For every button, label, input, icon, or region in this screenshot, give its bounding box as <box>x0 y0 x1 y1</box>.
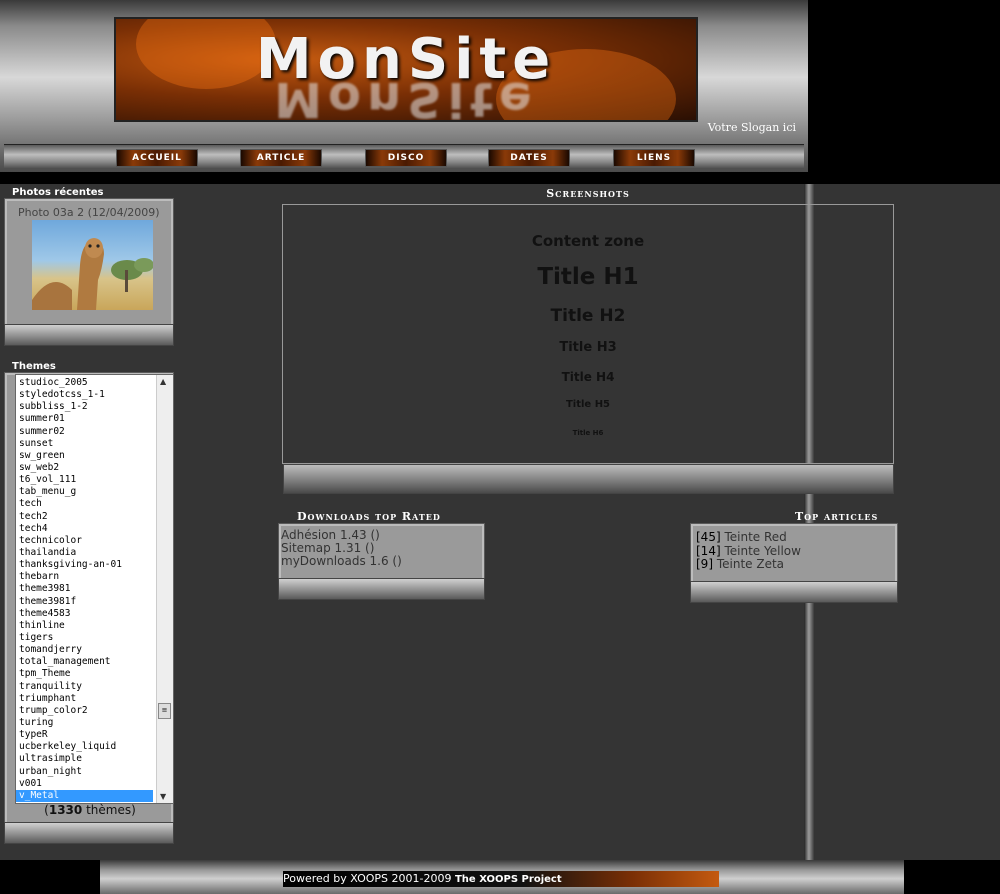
themes-select[interactable]: studioc_2005 styledotcss_1-1 subbliss_1-2 s… <box>15 374 174 804</box>
photo-title[interactable]: Photo 03a 2 <box>18 206 84 219</box>
top-articles-title: Top articles <box>795 510 879 523</box>
heading-h1: Title H1 <box>537 264 639 290</box>
article-item[interactable]: [45] Teinte Red <box>696 530 801 545</box>
article-count: [9] <box>696 557 713 571</box>
downloads-title: Downloads top Rated <box>297 510 441 523</box>
site-footer: Powered by XOOPS 2001-2009 The XOOPS Pro… <box>100 860 904 894</box>
photo-caption[interactable]: Photo 03a 2 (12/04/2009) <box>18 206 160 219</box>
theme-option[interactable]: summer01 <box>16 413 153 425</box>
heading-h4: Title H4 <box>561 370 615 384</box>
nav-disco[interactable]: DISCO <box>365 149 447 167</box>
article-link[interactable]: Teinte Red <box>724 530 786 544</box>
theme-option[interactable]: v001 <box>16 778 153 790</box>
camel-photo[interactable] <box>32 220 153 310</box>
heading-h6: Title H6 <box>572 429 604 437</box>
theme-option[interactable]: tech2 <box>16 511 153 523</box>
nav-accueil[interactable]: ACCUEIL <box>116 149 198 167</box>
theme-option[interactable]: summer02 <box>16 426 153 438</box>
article-item[interactable]: [14] Teinte Yellow <box>696 543 801 559</box>
theme-option[interactable]: subbliss_1-2 <box>16 401 153 413</box>
theme-option[interactable]: ultrasimple <box>16 753 153 765</box>
theme-option[interactable]: tigers <box>16 632 153 644</box>
theme-option[interactable]: thailandia <box>16 547 153 559</box>
downloads-list: Adhésion 1.43 () Sitemap 1.31 () myDownl… <box>281 529 402 568</box>
site-slogan: Votre Slogan ici <box>707 121 796 134</box>
content-zone-label: Content zone <box>531 232 645 250</box>
footer-powered: Powered by XOOPS 2001-2009 <box>283 872 452 885</box>
scroll-thumb[interactable]: ≡ <box>158 703 171 719</box>
themes-count-number: 1330 <box>48 803 83 817</box>
article-link[interactable]: Teinte Yellow <box>724 544 800 558</box>
site-logo[interactable]: MonSite MonSite <box>114 17 698 122</box>
heading-h2: Title H2 <box>550 306 626 326</box>
theme-option[interactable]: trump_color2 <box>16 705 153 717</box>
theme-option[interactable]: theme3981 <box>16 583 153 595</box>
theme-option[interactable]: thinline <box>16 620 153 632</box>
scroll-down-icon[interactable]: ▼ <box>160 792 166 801</box>
nav-dates[interactable]: DATES <box>488 149 570 167</box>
theme-option[interactable]: total_management <box>16 656 153 668</box>
screenshots-title: Screenshots <box>546 187 630 200</box>
top-articles-panel-footer <box>690 581 898 603</box>
themes-scrollbar[interactable]: ▲ ≡ ▼ <box>156 375 173 803</box>
theme-option[interactable]: typeR <box>16 729 153 741</box>
theme-option[interactable]: turing <box>16 717 153 729</box>
theme-option[interactable]: sw_green <box>16 450 153 462</box>
theme-option[interactable]: tomandjerry <box>16 644 153 656</box>
theme-option[interactable]: urban_night <box>16 766 153 778</box>
heading-h5: Title H5 <box>565 399 611 410</box>
download-item[interactable]: myDownloads 1.6 () <box>281 555 402 568</box>
theme-option[interactable]: t6_vol_111 <box>16 474 153 486</box>
theme-option[interactable]: ucberkeley_liquid <box>16 741 153 753</box>
downloads-panel-footer <box>278 578 485 600</box>
footer-left <box>0 860 100 894</box>
theme-option[interactable]: sunset <box>16 438 153 450</box>
theme-option[interactable]: sw_web2 <box>16 462 153 474</box>
theme-option[interactable]: v_Metal <box>16 789 153 802</box>
footer-bar: Powered by XOOPS 2001-2009 The XOOPS Pro… <box>283 871 719 887</box>
article-count: [45] <box>696 530 721 544</box>
theme-option[interactable]: theme3981f <box>16 596 153 608</box>
photos-panel-footer <box>4 324 174 346</box>
themes-count: (1330 thèmes) <box>44 803 136 817</box>
article-count: [14] <box>696 543 721 558</box>
theme-option[interactable]: tech4 <box>16 523 153 535</box>
site-header: MonSite MonSite Votre Slogan ici ACCUEIL… <box>0 0 808 172</box>
theme-option[interactable]: thebarn <box>16 571 153 583</box>
themes-count-label: thèmes <box>86 803 132 817</box>
heading-h3: Title H3 <box>559 340 617 355</box>
theme-option[interactable]: tab_menu_g <box>16 486 153 498</box>
themes-options[interactable]: studioc_2005 styledotcss_1-1 subbliss_1-2 s… <box>16 375 173 802</box>
theme-option[interactable]: technicolor <box>16 535 153 547</box>
article-link[interactable]: Teinte Zeta <box>717 557 784 571</box>
theme-option[interactable]: tranquility <box>16 681 153 693</box>
themes-panel-footer <box>4 822 174 844</box>
nav-article[interactable]: ARTICLE <box>240 149 322 167</box>
theme-option[interactable]: triumphant <box>16 693 153 705</box>
footer-project-link[interactable]: The XOOPS Project <box>455 874 562 885</box>
article-item[interactable]: [9] Teinte Zeta <box>696 557 801 572</box>
top-articles-list: [45] Teinte Red [14] Teinte Yellow [9] T… <box>696 530 801 572</box>
content-zone: Content zone Title H1 Title H2 Title H3 … <box>282 204 894 464</box>
site-title-reflection: MonSite <box>274 71 538 122</box>
scroll-up-icon[interactable]: ▲ <box>160 377 166 386</box>
theme-option[interactable]: tech <box>16 498 153 510</box>
theme-option[interactable]: studioc_2005 <box>16 377 153 389</box>
footer-right <box>904 860 1000 894</box>
theme-option[interactable]: styledotcss_1-1 <box>16 389 153 401</box>
theme-option[interactable]: thanksgiving-an-01 <box>16 559 153 571</box>
content-zone-footer <box>283 464 894 494</box>
header-right-area <box>808 0 1000 184</box>
photos-block-title: Photos récentes <box>12 187 104 198</box>
nav-liens[interactable]: LIENS <box>613 149 695 167</box>
themes-block-title: Themes <box>12 361 56 372</box>
theme-option[interactable]: tpm_Theme <box>16 668 153 680</box>
theme-option[interactable]: theme4583 <box>16 608 153 620</box>
header-band <box>0 172 808 184</box>
photo-date: (12/04/2009) <box>87 206 160 219</box>
camel-illustration <box>32 238 153 310</box>
main-nav: ACCUEIL ARTICLE DISCO DATES LIENS <box>4 144 804 169</box>
